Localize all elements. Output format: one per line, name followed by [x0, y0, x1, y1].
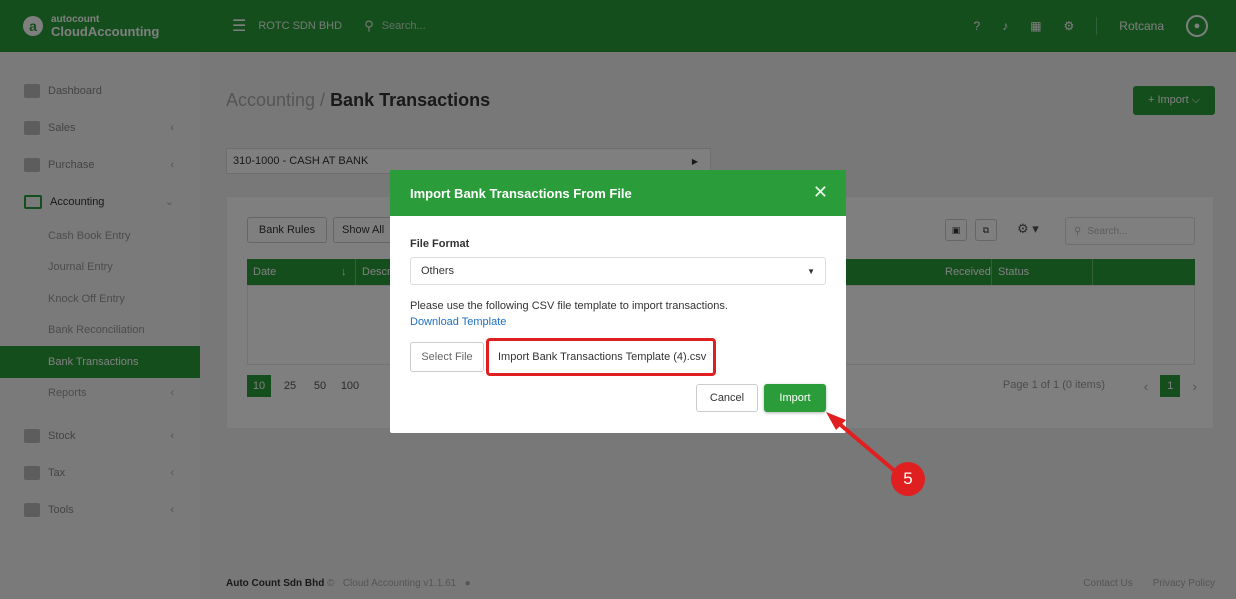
step-badge: 5 — [891, 462, 925, 496]
annotation-arrow — [826, 412, 898, 474]
arrow-line — [834, 419, 898, 474]
